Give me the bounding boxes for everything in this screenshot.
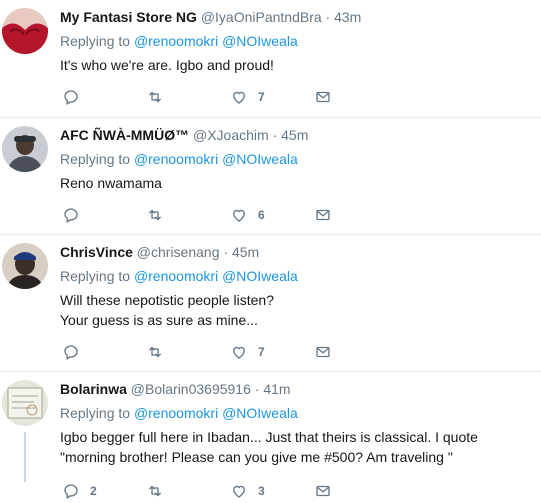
reply-icon <box>64 484 78 500</box>
mention-link[interactable]: @NOIweala <box>222 33 298 49</box>
direct-message-button[interactable] <box>314 206 398 224</box>
avatar[interactable] <box>2 8 48 54</box>
tweet-actions: 7 <box>62 88 398 106</box>
envelope-icon <box>316 485 330 497</box>
retweet-button[interactable] <box>146 343 230 361</box>
like-count: 3 <box>258 484 265 498</box>
replying-to: Replying to @renoomokri @NOIweala <box>60 32 535 50</box>
tweet-actions: 6 <box>62 206 398 224</box>
display-name[interactable]: My Fantasi Store NG <box>60 9 197 25</box>
like-count: 6 <box>258 208 265 222</box>
retweet-button[interactable] <box>146 206 230 224</box>
mention-link[interactable]: @NOIweala <box>222 268 298 284</box>
reply-icon <box>64 90 78 106</box>
separator-dot: · <box>272 127 278 143</box>
display-name[interactable]: ChrisVince <box>60 244 133 260</box>
display-name[interactable]: AFC ÑWÀ-MMÜØ™ <box>60 127 189 143</box>
tweet-header: ChrisVince @chrisenang · 45m <box>60 243 535 261</box>
retweet-icon <box>149 209 161 221</box>
like-button[interactable]: 3 <box>230 482 314 500</box>
timestamp[interactable]: 45m <box>232 244 259 260</box>
replying-to: Replying to @renoomokri @NOIweala <box>60 150 535 168</box>
reply-button[interactable]: 2 <box>62 482 146 500</box>
reply-button[interactable] <box>62 206 146 224</box>
like-count: 7 <box>258 90 265 104</box>
avatar[interactable] <box>2 126 48 172</box>
tweet-text: Will these nepotistic people listen? You… <box>60 292 275 328</box>
like-count: 7 <box>258 345 265 359</box>
heart-icon <box>233 346 245 359</box>
tweet-header: My Fantasi Store NG @IyaOniPantndBra · 4… <box>60 8 535 26</box>
direct-message-button[interactable] <box>314 482 398 500</box>
reply-button[interactable] <box>62 88 146 106</box>
user-handle[interactable]: @XJoachim <box>193 127 269 143</box>
retweet-icon <box>149 346 161 358</box>
avatar[interactable] <box>2 380 48 426</box>
like-button[interactable]: 6 <box>230 206 314 224</box>
retweet-button[interactable] <box>146 482 230 500</box>
tweet-text: Reno nwamama <box>60 175 162 191</box>
direct-message-button[interactable] <box>314 88 398 106</box>
heart-icon <box>233 209 245 222</box>
replying-to: Replying to @renoomokri @NOIweala <box>60 404 535 422</box>
tweet-text: Igbo begger full here in Ibadan... Just … <box>60 429 478 465</box>
direct-message-button[interactable] <box>314 343 398 361</box>
retweet-button[interactable] <box>146 88 230 106</box>
replying-label: Replying to <box>60 33 131 49</box>
mention-link[interactable]: @renoomokri <box>134 268 218 284</box>
like-button[interactable]: 7 <box>230 343 314 361</box>
avatar-image <box>2 380 48 426</box>
reply-button[interactable] <box>62 343 146 361</box>
tweet-header: AFC ÑWÀ-MMÜØ™ @XJoachim · 45m <box>60 126 535 144</box>
retweet-icon <box>149 91 161 103</box>
tweet[interactable]: My Fantasi Store NG @IyaOniPantndBra · 4… <box>0 0 541 118</box>
separator-dot: · <box>254 381 260 397</box>
avatar-image <box>2 126 48 172</box>
envelope-icon <box>316 346 330 358</box>
user-handle[interactable]: @chrisenang <box>137 244 220 260</box>
tweet-actions: 7 <box>62 343 398 361</box>
envelope-icon <box>316 91 330 103</box>
mention-link[interactable]: @NOIweala <box>222 151 298 167</box>
reply-icon <box>64 208 78 224</box>
tweet-actions: 2 3 <box>62 482 398 500</box>
heart-icon <box>233 485 245 498</box>
tweet[interactable]: Bolarinwa @Bolarin03695916 · 41m Replyin… <box>0 372 541 503</box>
like-button[interactable]: 7 <box>230 88 314 106</box>
mention-link[interactable]: @NOIweala <box>222 405 298 421</box>
avatar-image <box>2 8 48 54</box>
avatar[interactable] <box>2 243 48 289</box>
timestamp[interactable]: 41m <box>263 381 290 397</box>
tweet-text: It's who we're are. Igbo and proud! <box>60 57 274 73</box>
thread-connector <box>24 432 26 482</box>
avatar-image <box>2 243 48 289</box>
mention-link[interactable]: @renoomokri <box>134 33 218 49</box>
timestamp[interactable]: 43m <box>334 9 361 25</box>
tweet-header: Bolarinwa @Bolarin03695916 · 41m <box>60 380 535 398</box>
heart-icon <box>233 91 245 104</box>
mention-link[interactable]: @renoomokri <box>134 405 218 421</box>
user-handle[interactable]: @IyaOniPantndBra <box>201 9 322 25</box>
tweet[interactable]: AFC ÑWÀ-MMÜØ™ @XJoachim · 45m Replying t… <box>0 118 541 235</box>
reply-count: 2 <box>90 484 97 498</box>
separator-dot: · <box>223 244 229 260</box>
display-name[interactable]: Bolarinwa <box>60 381 127 397</box>
user-handle[interactable]: @Bolarin03695916 <box>131 381 251 397</box>
mention-link[interactable]: @renoomokri <box>134 151 218 167</box>
tweet[interactable]: ChrisVince @chrisenang · 45m Replying to… <box>0 235 541 372</box>
replying-to: Replying to @renoomokri @NOIweala <box>60 267 535 285</box>
reply-icon <box>64 345 78 361</box>
envelope-icon <box>316 209 330 221</box>
replying-label: Replying to <box>60 405 131 421</box>
retweet-icon <box>149 485 161 497</box>
separator-dot: · <box>325 9 331 25</box>
replying-label: Replying to <box>60 268 131 284</box>
timestamp[interactable]: 45m <box>281 127 308 143</box>
replying-label: Replying to <box>60 151 131 167</box>
